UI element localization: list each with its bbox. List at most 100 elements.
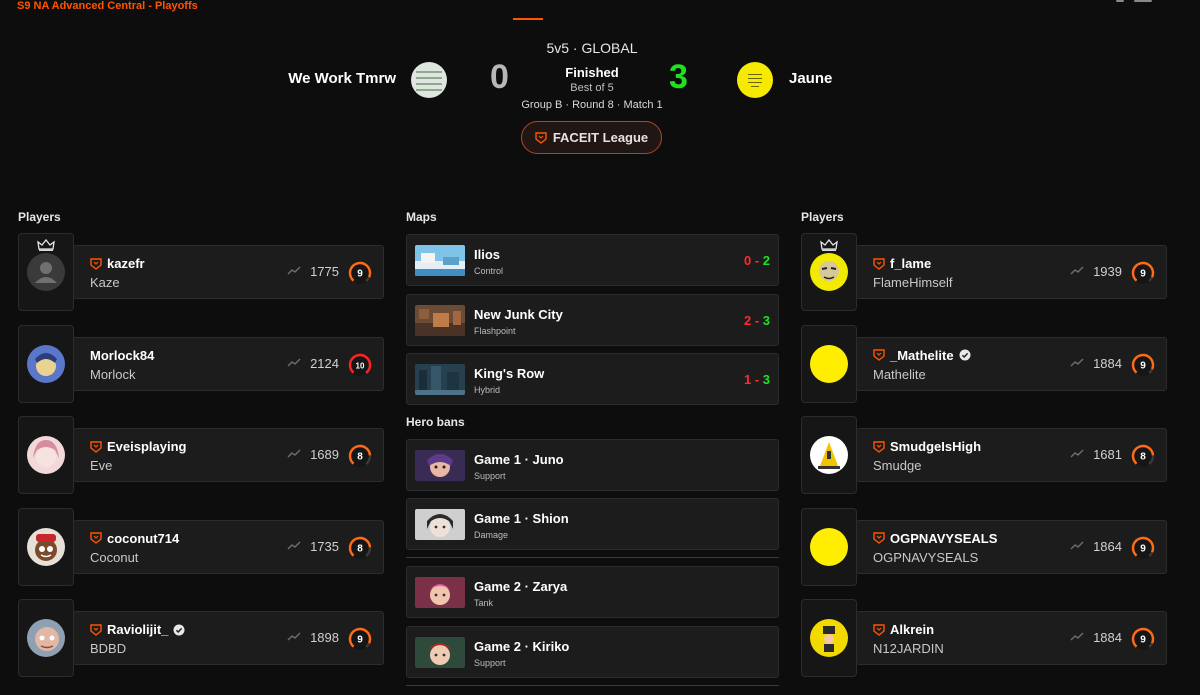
faceit-shield-icon [873,257,885,270]
map-thumbnail-ilios [415,245,465,276]
trend-line-icon [1070,541,1084,549]
skill-level-gauge-icon: 8 [1131,444,1155,468]
map-card-ilios[interactable]: Ilios Control 0 - 2 [406,234,779,286]
trend-line-icon [287,266,301,275]
player-nickname-row: Morlock84 [90,348,154,363]
player-nickname[interactable]: Raviolijit_ [107,622,168,637]
map-score: 0 - 2 [743,253,770,268]
map-name: King's Row [474,366,545,381]
player-nickname-row: coconut714 [90,531,179,546]
map-mode: Flashpoint [474,326,516,336]
player-avatar-box-eveisplaying[interactable] [18,416,74,494]
player-nickname[interactable]: kazefr [107,256,145,271]
map-mode: Hybrid [474,385,501,395]
skill-level-gauge-icon: 9 [1131,261,1155,285]
player-name: BDBD [90,641,127,656]
player-nickname[interactable]: Alkrein [890,622,934,637]
trend-line-icon [1070,632,1084,641]
skill-level-gauge-icon: 9 [1131,353,1155,376]
player-nickname[interactable]: OGPNAVYSEALS [890,531,997,546]
avatar [810,436,848,474]
players-right-title: Players [801,210,844,224]
avatar [27,527,65,566]
match-mode: 5v5 · GLOBAL [546,40,638,56]
crown-icon [820,239,838,251]
player-card-raviolijit-[interactable]: Raviolijit_ BDBD 1898 9 [73,611,384,665]
top-right-control[interactable] [1116,0,1124,2]
map-card-kings-row[interactable]: King's Row Hybrid 1 - 3 [406,353,779,405]
hero-ban-title: Game 2 · Zarya [474,579,568,594]
team-b-logo[interactable] [737,62,773,98]
player-elo: 1689 [310,447,339,462]
svg-text:9: 9 [1140,635,1146,646]
player-nickname-row: Eveisplaying [90,439,186,454]
hero-portrait-kiriko [415,637,465,668]
map-score: 1 - 3 [743,372,770,387]
player-card-ogpnavyseals[interactable]: OGPNAVYSEALS OGPNAVYSEALS 1864 9 [856,519,1167,574]
player-nickname[interactable]: coconut714 [107,531,179,546]
player-card-f-lame[interactable]: f_lame FlameHimself 1939 9 [856,245,1167,299]
player-name: FlameHimself [873,275,953,290]
player-card-morlock84[interactable]: Morlock84 Morlock 2124 10 [73,336,384,391]
avatar [27,619,65,657]
player-name: N12JARDIN [873,641,944,656]
trend-line-icon [1070,358,1084,366]
player-nickname[interactable]: SmudgeIsHigh [890,439,981,454]
player-nickname-row: _Mathelite [873,348,971,363]
trend-line-icon [287,358,301,366]
player-nickname[interactable]: Eveisplaying [107,439,186,454]
player-card-smudgeishigh[interactable]: SmudgeIsHigh Smudge 1681 8 [856,428,1167,482]
hero-ban-card-game1-juno[interactable]: Game 1 · Juno Support [406,439,779,491]
player-card-coconut714[interactable]: coconut714 Coconut 1735 8 [73,519,384,574]
player-elo: 1884 [1093,355,1122,371]
team-b-name[interactable]: Jaune [789,70,832,87]
map-name: Ilios [474,247,501,262]
player-card-eveisplaying[interactable]: Eveisplaying Eve 1689 8 [73,428,384,482]
game-divider [406,557,779,558]
event-title[interactable]: S9 NA Advanced Central - Playoffs [17,0,198,12]
match-format: Best of 5 [570,82,614,94]
player-avatar-box-ogpnavyseals[interactable] [801,507,857,586]
player-nickname[interactable]: f_lame [890,256,931,271]
faceit-shield-icon [873,349,885,361]
player-avatar-box-kazefr[interactable] [18,233,74,311]
skill-level-gauge-icon: 9 [348,261,372,285]
svg-text:9: 9 [357,635,363,646]
player-card--mathelite[interactable]: _Mathelite Mathelite 1884 9 [856,336,1167,391]
hero-ban-card-game2-zarya[interactable]: Game 2 · Zarya Tank [406,566,779,618]
map-card-new-junk-city[interactable]: New Junk City Flashpoint 2 - 3 [406,294,779,346]
player-card-kazefr[interactable]: kazefr Kaze 1775 9 [73,245,384,299]
hero-ban-title: Game 1 · Shion [474,511,569,526]
skill-level-gauge-icon: 9 [348,627,372,651]
player-nickname[interactable]: Morlock84 [90,348,154,363]
faceit-league-button[interactable]: FACEIT League [521,121,662,154]
hero-portrait-zarya [415,577,465,608]
map-score: 2 - 3 [743,313,770,328]
hero-ban-card-game2-kiriko[interactable]: Game 2 · Kiriko Support [406,626,779,678]
skill-level-gauge-icon: 8 [348,536,372,559]
player-avatar-box-coconut714[interactable] [18,507,74,586]
player-nickname-row: Alkrein [873,622,934,637]
player-avatar-box-alkrein[interactable] [801,599,857,677]
player-avatar-box--mathelite[interactable] [801,324,857,403]
svg-text:8: 8 [357,543,363,554]
hero-ban-card-game1-shion[interactable]: Game 1 · Shion Damage [406,498,779,550]
player-avatar-box-f-lame[interactable] [801,233,857,311]
player-avatar-box-raviolijit-[interactable] [18,599,74,677]
svg-text:8: 8 [1140,452,1146,463]
player-avatar-box-morlock84[interactable] [18,324,74,403]
player-elo: 1884 [1093,630,1122,645]
player-name: Smudge [873,458,922,473]
faceit-league-label: FACEIT League [552,130,649,145]
hero-ban-role: Support [474,658,506,668]
player-elo: 1939 [1093,264,1122,279]
player-nickname-row: OGPNAVYSEALS [873,531,997,546]
player-elo: 2124 [310,355,339,371]
player-avatar-box-smudgeishigh[interactable] [801,416,857,494]
top-right-control-bar[interactable] [1134,0,1152,2]
skill-level-gauge-icon: 9 [1131,627,1155,651]
hero-ban-title: Game 2 · Kiriko [474,639,570,654]
avatar [27,436,65,474]
player-nickname[interactable]: _Mathelite [890,348,954,363]
player-card-alkrein[interactable]: Alkrein N12JARDIN 1884 9 [856,611,1167,665]
